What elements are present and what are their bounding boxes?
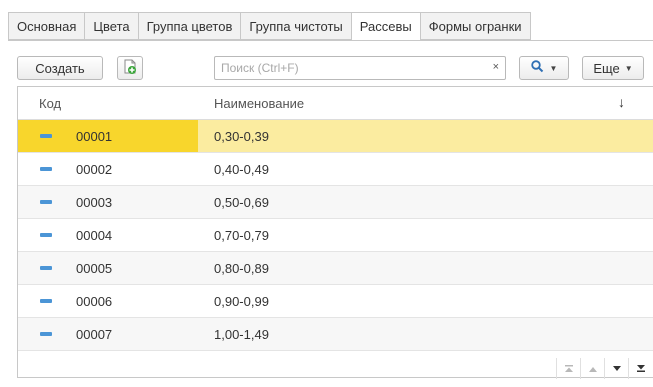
row-name: 0,40-0,49 [214,161,269,177]
search-input[interactable] [215,58,477,78]
tab-sieves[interactable]: Рассевы [350,12,420,41]
row-name: 0,30-0,39 [214,128,269,144]
dropdown-caret-icon: ▼ [549,63,558,73]
more-button[interactable]: Еще ▼ [582,56,644,80]
search-icon [530,60,544,76]
code-cell: 00007 [18,318,198,350]
tab-clarity-group[interactable]: Группа чистоты [240,12,351,40]
more-button-label: Еще [593,60,620,76]
code-cell: 00006 [18,285,198,317]
code-cell: 00003 [18,186,198,218]
item-marker-icon [40,266,52,270]
toolbar: Создать × ▼ Еще ▼ [0,56,653,80]
row-code: 00002 [76,161,113,177]
clear-search-icon[interactable]: × [493,61,499,73]
add-document-icon [123,59,137,78]
tab-main[interactable]: Основная [8,12,85,40]
table-header: Код Наименование ↓ [18,87,653,120]
table-row[interactable]: 00004 0,70-0,79 [18,219,653,252]
item-marker-icon [40,332,52,336]
code-cell: 00005 [18,252,198,284]
row-name: 1,00-1,49 [214,326,269,342]
code-cell: 00004 [18,219,198,251]
scroll-down-button[interactable] [604,358,628,379]
scroll-up-button[interactable] [580,358,604,379]
row-name: 0,70-0,79 [214,227,269,243]
search-field: × [214,56,506,80]
row-code: 00003 [76,194,113,210]
sort-arrow-icon: ↓ [618,94,625,110]
table-row[interactable]: 00003 0,50-0,69 [18,186,653,219]
code-cell: 00001 [18,120,198,152]
row-code: 00007 [76,326,113,342]
table-row[interactable]: 00006 0,90-0,99 [18,285,653,318]
code-cell: 00002 [18,153,198,185]
row-code: 00001 [76,128,113,144]
sieves-table: Код Наименование ↓ 00001 0,30-0,39 00002… [17,86,653,378]
scroll-to-top-icon [564,364,574,373]
table-row[interactable]: 00002 0,40-0,49 [18,153,653,186]
scroll-to-bottom-icon [636,364,646,373]
item-marker-icon [40,233,52,237]
search-options-button[interactable]: ▼ [519,56,569,80]
row-name: 0,80-0,89 [214,260,269,276]
item-marker-icon [40,134,52,138]
create-button[interactable]: Создать [17,56,103,80]
row-name: 0,50-0,69 [214,194,269,210]
tab-colors[interactable]: Цвета [84,12,138,40]
item-marker-icon [40,167,52,171]
tab-divider [8,40,653,41]
column-header-code[interactable]: Код [18,96,198,111]
scroll-to-top-button[interactable] [556,358,580,379]
row-code: 00004 [76,227,113,243]
scroll-to-bottom-button[interactable] [628,358,652,379]
dropdown-caret-icon: ▼ [624,63,633,73]
scroll-up-icon [588,365,598,373]
item-marker-icon [40,299,52,303]
table-row[interactable]: 00005 0,80-0,89 [18,252,653,285]
table-row[interactable]: 00001 0,30-0,39 [18,120,653,153]
table-row[interactable]: 00007 1,00-1,49 [18,318,653,351]
row-name: 0,90-0,99 [214,293,269,309]
column-header-name[interactable]: Наименование [198,96,304,111]
scroll-down-icon [612,365,622,373]
row-code: 00006 [76,293,113,309]
tab-cut-shapes[interactable]: Формы огранки [419,12,531,40]
tab-bar: Основная Цвета Группа цветов Группа чист… [8,12,531,41]
item-marker-icon [40,200,52,204]
copy-button[interactable] [117,56,143,80]
table-navigation [556,358,653,379]
row-code: 00005 [76,260,113,276]
tab-color-group[interactable]: Группа цветов [137,12,241,40]
